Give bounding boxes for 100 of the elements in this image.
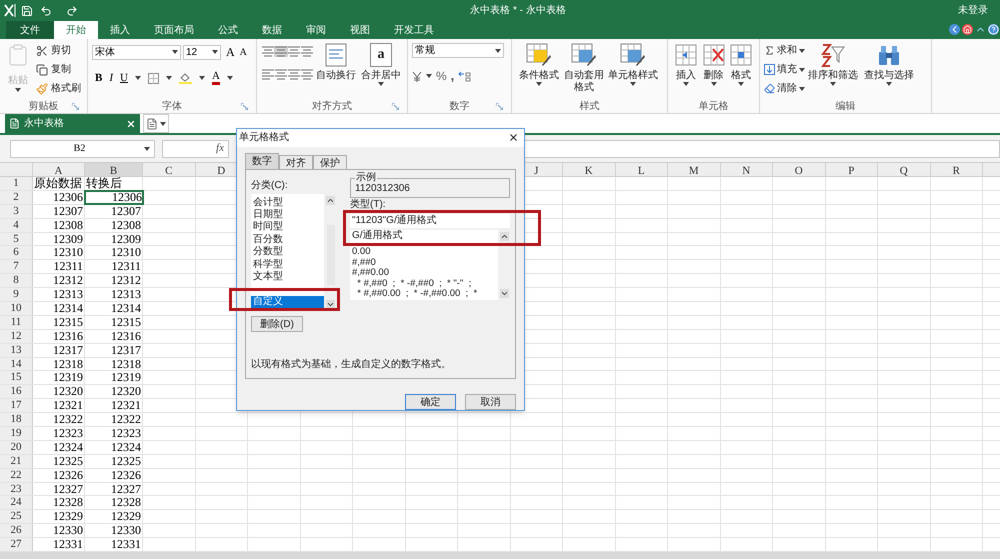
row-header[interactable]: 7 (0, 260, 33, 274)
ribbon-tab[interactable]: 页面布局 (142, 21, 206, 39)
redo-icon[interactable] (66, 4, 78, 16)
category-list[interactable]: 会计型 日期型 时间型 百分数 分数型 科学型 文本型 自定义 (251, 194, 337, 311)
format-item[interactable]: * #,##0.00 ; * -#,##0.00 ; * (350, 289, 498, 300)
comma-button[interactable]: , (450, 71, 454, 81)
undo-icon[interactable] (40, 4, 52, 16)
format-item[interactable]: #,##0 (350, 258, 498, 268)
column-header[interactable]: N (720, 163, 773, 176)
ribbon-button[interactable]: 自动换行 (313, 43, 359, 86)
clipboard-action[interactable]: 格式刷 (36, 81, 81, 96)
category-item[interactable]: 分数型 (251, 246, 324, 259)
ribbon-tab[interactable]: 审阅 (294, 21, 338, 39)
ok-button[interactable]: 确定 (405, 394, 456, 410)
row-header[interactable]: 24 (0, 496, 33, 510)
font-name-field[interactable]: 宋体 (92, 44, 181, 60)
category-item[interactable]: 日期型 (251, 208, 324, 222)
format-item[interactable]: 0.00 (350, 247, 498, 258)
fill-color-icon[interactable] (178, 72, 192, 84)
category-item[interactable]: 文本型 (251, 270, 324, 284)
align-icon[interactable] (300, 46, 314, 57)
home-icon[interactable] (962, 24, 973, 35)
row-header[interactable]: 13 (0, 344, 33, 357)
category-item[interactable]: 自定义 (251, 296, 324, 308)
row-header[interactable]: 8 (0, 274, 33, 288)
ribbon-tab[interactable]: 开发工具 (382, 21, 446, 39)
scroll-down-icon[interactable] (500, 288, 508, 298)
row-header[interactable]: 12 (0, 330, 33, 343)
help-icon[interactable] (988, 24, 999, 35)
ribbon-button[interactable]: 单元格样式 (606, 43, 660, 86)
align-icon[interactable] (261, 46, 275, 57)
row-header[interactable]: 26 (0, 524, 33, 538)
grow-font-button[interactable]: A (226, 43, 235, 61)
row-header[interactable]: 2 (0, 190, 33, 204)
edit-action[interactable]: 求和 (764, 43, 805, 58)
italic-button[interactable]: I (109, 70, 114, 86)
column-header[interactable]: L (616, 163, 668, 176)
font-color-button[interactable]: A (212, 71, 220, 86)
dialog-tab[interactable]: 对齐 (279, 154, 313, 169)
dialog-launcher-icon[interactable] (241, 102, 248, 110)
close-icon[interactable] (508, 132, 519, 144)
ribbon-tab[interactable]: 公式 (206, 21, 250, 39)
row-header[interactable]: 15 (0, 371, 33, 384)
scroll-up-icon[interactable] (500, 232, 508, 241)
clipboard-action[interactable]: 剪切 (36, 43, 81, 58)
shrink-font-button[interactable]: A (240, 44, 247, 60)
category-item[interactable]: 百分数 (251, 234, 324, 246)
dialog-tab[interactable]: 数字 (245, 152, 279, 169)
column-header[interactable]: B (85, 163, 143, 176)
ribbon-button[interactable]: 删除 (700, 43, 728, 86)
currency-icon[interactable] (412, 70, 422, 82)
align-icon[interactable] (300, 69, 314, 80)
row-header[interactable]: 20 (0, 440, 33, 454)
font-size-field[interactable]: 12 (183, 44, 221, 60)
ribbon-button[interactable]: 插入 (672, 43, 700, 86)
row-header[interactable]: 14 (0, 358, 33, 370)
scroll-up-icon[interactable] (326, 196, 335, 205)
row-header[interactable]: 5 (0, 232, 33, 246)
row-header[interactable]: 11 (0, 316, 33, 329)
category-item[interactable]: 时间型 (251, 221, 324, 234)
delete-button[interactable]: 删除(D) (251, 316, 303, 332)
percent-button[interactable]: % (436, 67, 447, 85)
row-header[interactable]: 18 (0, 413, 33, 426)
column-header[interactable]: Q (878, 163, 930, 176)
row-header[interactable]: 10 (0, 302, 33, 315)
dialog-launcher-icon[interactable] (496, 102, 503, 110)
back-icon[interactable] (949, 24, 960, 35)
type-input[interactable]: "11203"G/通用格式 (350, 214, 510, 228)
edit-action[interactable]: 填充 (764, 62, 805, 77)
bold-button[interactable]: B (95, 70, 102, 86)
ribbon-tab[interactable]: 视图 (338, 21, 382, 39)
category-item[interactable]: 会计型 (251, 196, 324, 209)
column-header[interactable]: C (143, 163, 196, 176)
align-icon[interactable] (274, 46, 288, 57)
ribbon-tab[interactable]: 开始 (54, 21, 98, 39)
align-icon[interactable] (274, 69, 288, 80)
row-header[interactable]: 16 (0, 385, 33, 398)
column-header[interactable]: M (668, 163, 720, 176)
row-header[interactable]: 27 (0, 538, 33, 552)
save-icon[interactable] (21, 4, 33, 16)
dialog-launcher-icon[interactable] (72, 102, 79, 110)
merge-center-button[interactable]: a 合并居中 (359, 43, 403, 86)
ribbon-button[interactable]: 条件格式 (516, 43, 562, 86)
name-box[interactable]: B2 (10, 140, 155, 158)
align-icon[interactable] (261, 69, 275, 80)
row-header[interactable]: 4 (0, 218, 33, 232)
new-document-button[interactable] (143, 114, 169, 133)
dialog-tab[interactable]: 保护 (313, 154, 347, 169)
ribbon-button[interactable]: 自动套用格式 (562, 43, 606, 94)
format-item[interactable]: G/通用格式 (350, 230, 498, 248)
row-header[interactable]: 3 (0, 204, 33, 218)
type-list[interactable]: G/通用格式 0.00 #,##0 #,##0.00 * #,##0 ; * -#,##0 ; * "-" ; * #,##0.00 ; * -#,##0.00 ; * (350, 230, 510, 300)
increase-decimal-icon[interactable] (458, 70, 472, 82)
underline-button[interactable]: U (120, 70, 128, 86)
row-header[interactable]: 25 (0, 510, 33, 524)
edit-action[interactable]: 清除 (764, 81, 805, 96)
account-status[interactable]: 未登录 (958, 3, 988, 18)
ribbon-button[interactable]: 格式 (727, 43, 756, 86)
row-header[interactable]: 17 (0, 399, 33, 412)
function-button[interactable]: fx (216, 140, 224, 157)
